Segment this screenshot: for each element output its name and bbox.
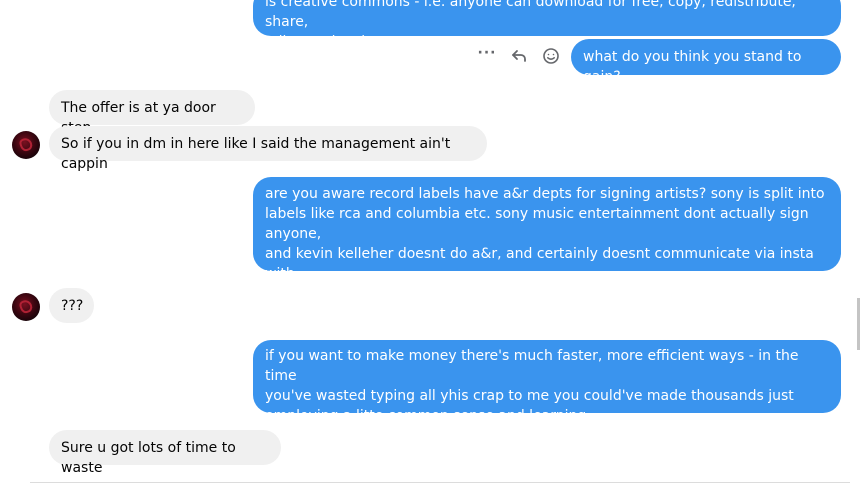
outgoing-message-bubble[interactable]: is creative commons - i.e. anyone can do… — [253, 0, 841, 50]
divider — [30, 482, 850, 483]
message-thread: is creative commons - i.e. anyone can do… — [0, 0, 860, 484]
incoming-message-bubble[interactable]: ??? — [49, 288, 94, 323]
reply-icon[interactable] — [507, 44, 531, 68]
smiley-icon[interactable] — [539, 44, 563, 68]
incoming-message-bubble[interactable]: So if you in dm in here like I said the … — [49, 126, 487, 172]
more-icon[interactable]: ··· — [475, 44, 499, 68]
outgoing-message-bubble[interactable]: if you want to make money there's much f… — [253, 340, 841, 424]
message-actions: ··· — [475, 44, 571, 68]
outgoing-message-bubble[interactable]: are you aware record labels have a&r dep… — [253, 177, 841, 302]
outgoing-message-bubble[interactable]: what do you think you stand to gain? — [571, 39, 841, 85]
contact-avatar[interactable] — [12, 131, 40, 159]
incoming-message-bubble[interactable]: Sure u got lots of time to waste — [49, 430, 281, 476]
incoming-message-bubble[interactable]: The offer is at ya door step. — [49, 90, 255, 136]
contact-avatar[interactable] — [12, 293, 40, 321]
